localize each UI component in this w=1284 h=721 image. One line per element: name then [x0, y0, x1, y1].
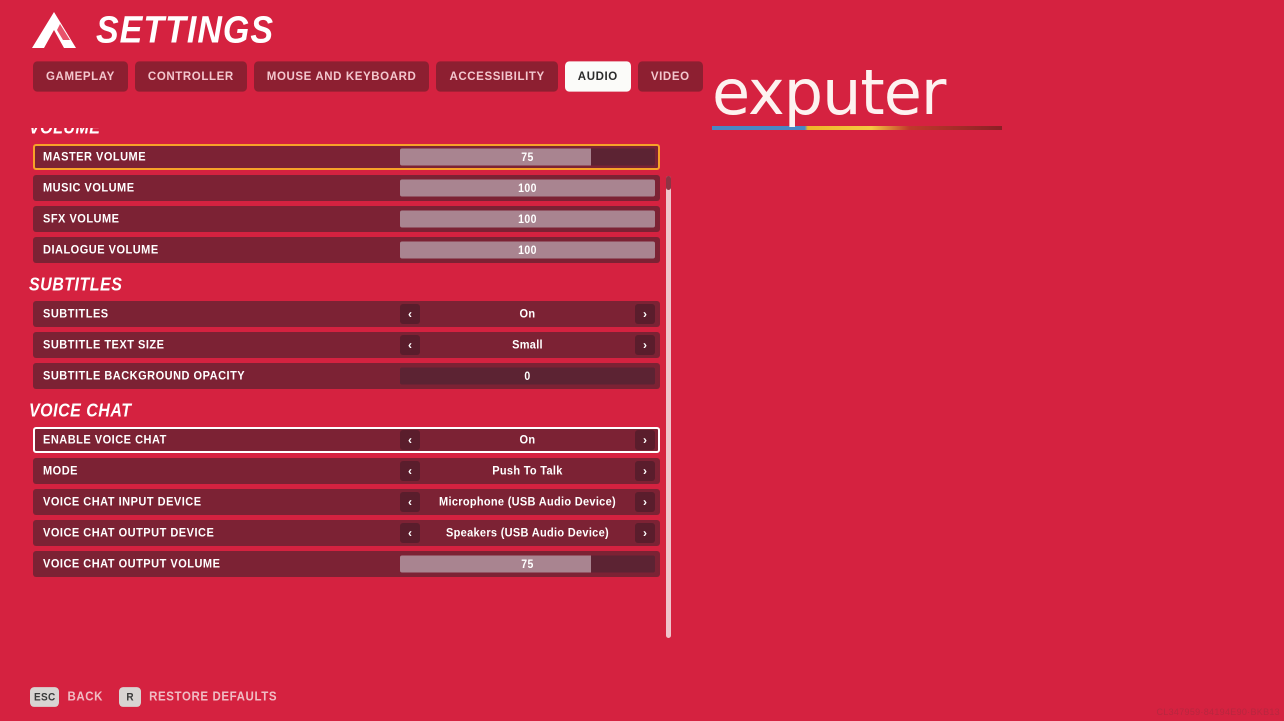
watermark-text: exputer: [712, 56, 946, 129]
setting-label: SUBTITLE TEXT SIZE: [43, 338, 165, 352]
option-stepper: ‹ Microphone (USB Audio Device) ›: [400, 492, 655, 512]
slider-value: 75: [521, 557, 534, 571]
tab-gameplay[interactable]: GAMEPLAY: [33, 61, 128, 92]
tab-label: GAMEPLAY: [46, 70, 115, 83]
chevron-left-icon[interactable]: ‹: [400, 430, 420, 450]
chevron-right-icon[interactable]: ›: [635, 523, 655, 543]
tab-label: CONTROLLER: [147, 70, 234, 83]
slider-value: 100: [518, 243, 537, 257]
stepper-value: Microphone (USB Audio Device): [439, 495, 616, 509]
setting-label: MUSIC VOLUME: [43, 181, 135, 195]
option-stepper: ‹ Push To Talk ›: [400, 461, 655, 481]
settings-row[interactable]: DIALOGUE VOLUME 100: [33, 237, 660, 263]
option-stepper: ‹ Small ›: [400, 335, 655, 355]
settings-row[interactable]: MODE ‹ Push To Talk ›: [33, 458, 660, 484]
chevron-right-icon[interactable]: ›: [635, 430, 655, 450]
tab-label: ACCESSIBILITY: [449, 70, 545, 83]
stepper-value: Push To Talk: [492, 464, 563, 478]
tab-audio[interactable]: AUDIO: [564, 61, 631, 92]
volume-slider[interactable]: 75: [400, 148, 655, 166]
settings-scrollbar[interactable]: [666, 176, 671, 638]
chevron-left-icon[interactable]: ‹: [400, 523, 420, 543]
volume-slider[interactable]: 100: [400, 179, 655, 197]
settings-row[interactable]: VOICE CHAT INPUT DEVICE ‹ Microphone (USB …: [33, 489, 660, 515]
settings-row[interactable]: SUBTITLE TEXT SIZE ‹ Small ›: [33, 332, 660, 358]
volume-slider[interactable]: 100: [400, 210, 655, 228]
tab-label: VIDEO: [650, 70, 690, 83]
slider-value: 100: [518, 212, 537, 226]
chevron-left-icon[interactable]: ‹: [400, 304, 420, 324]
chevron-left-icon[interactable]: ‹: [400, 335, 420, 355]
scrollbar-thumb[interactable]: [666, 176, 671, 190]
footer-hints: ESC BACK R RESTORE DEFAULTS: [30, 687, 278, 707]
settings-row[interactable]: SUBTITLES ‹ On ›: [33, 301, 660, 327]
settings-row[interactable]: ENABLE VOICE CHAT ‹ On ›: [33, 427, 660, 453]
setting-label: MODE: [43, 464, 78, 478]
slider-value: 75: [521, 150, 534, 164]
settings-row[interactable]: VOICE CHAT OUTPUT VOLUME 75: [33, 551, 660, 577]
stepper-value: On: [519, 307, 536, 321]
chevron-right-icon[interactable]: ›: [635, 335, 655, 355]
setting-label: ENABLE VOICE CHAT: [43, 433, 167, 447]
stepper-value: Small: [512, 338, 543, 352]
key-esc: ESC: [30, 687, 60, 707]
chevron-right-icon[interactable]: ›: [635, 461, 655, 481]
stepper-value: Speakers (USB Audio Device): [446, 526, 609, 540]
key-r: R: [119, 687, 142, 707]
settings-row[interactable]: VOICE CHAT OUTPUT DEVICE ‹ Speakers (USB A…: [33, 520, 660, 546]
settings-row[interactable]: MASTER VOLUME 75: [33, 144, 660, 170]
tab-controller[interactable]: CONTROLLER: [134, 61, 247, 92]
volume-slider[interactable]: 75: [400, 555, 655, 573]
option-stepper: ‹ Speakers (USB Audio Device) ›: [400, 523, 655, 543]
setting-label: SUBTITLES: [43, 307, 109, 321]
settings-group: SUBTITLES SUBTITLES ‹ On › SUBTITLE TEXT SIZE…: [0, 275, 690, 389]
setting-label: MASTER VOLUME: [43, 150, 147, 164]
volume-slider[interactable]: 100: [400, 241, 655, 259]
hint-label-restore-defaults: RESTORE DEFAULTS: [149, 690, 278, 704]
tab-label: AUDIO: [577, 70, 618, 83]
tab-video[interactable]: VIDEO: [637, 61, 703, 92]
settings-row[interactable]: MUSIC VOLUME 100: [33, 175, 660, 201]
setting-label: SUBTITLE BACKGROUND OPACITY: [43, 369, 246, 383]
setting-label: VOICE CHAT OUTPUT VOLUME: [43, 557, 221, 571]
stepper-value: On: [519, 433, 536, 447]
mountain-chevron-icon: [32, 12, 76, 48]
setting-label: VOICE CHAT OUTPUT DEVICE: [43, 526, 215, 540]
group-title: VOLUME: [29, 128, 101, 139]
settings-row[interactable]: SUBTITLE BACKGROUND OPACITY 0: [33, 363, 660, 389]
hint-restore-defaults[interactable]: R RESTORE DEFAULTS: [119, 687, 278, 707]
group-title: SUBTITLES: [29, 275, 123, 296]
setting-label: DIALOGUE VOLUME: [43, 243, 159, 257]
setting-label: SFX VOLUME: [43, 212, 120, 226]
group-title: VOICE CHAT: [29, 401, 132, 422]
chevron-left-icon[interactable]: ‹: [400, 492, 420, 512]
settings-group: VOICE CHAT ENABLE VOICE CHAT ‹ On › MODE ‹ Push…: [0, 401, 690, 577]
settings-row[interactable]: SFX VOLUME 100: [33, 206, 660, 232]
settings-scroll-area[interactable]: VOLUME MASTER VOLUME 75 MUSIC VOLUME 100 SFX …: [0, 128, 690, 638]
hint-label-back: BACK: [67, 690, 104, 704]
chevron-right-icon[interactable]: ›: [635, 304, 655, 324]
tab-label: MOUSE AND KEYBOARD: [266, 70, 417, 83]
settings-group: VOLUME MASTER VOLUME 75 MUSIC VOLUME 100 SFX …: [0, 128, 690, 263]
settings-tabbar: GAMEPLAY CONTROLLER MOUSE AND KEYBOARD A…: [33, 61, 703, 92]
chevron-left-icon[interactable]: ‹: [400, 461, 420, 481]
chevron-right-icon[interactable]: ›: [635, 492, 655, 512]
tab-mouse-and-keyboard[interactable]: MOUSE AND KEYBOARD: [253, 61, 430, 92]
volume-slider[interactable]: 0: [400, 367, 655, 385]
option-stepper: ‹ On ›: [400, 430, 655, 450]
page-title: SETTINGS: [96, 8, 275, 51]
tab-accessibility[interactable]: ACCESSIBILITY: [436, 61, 558, 92]
exputer-watermark: exputer: [712, 62, 1007, 130]
hint-back[interactable]: ESC BACK: [30, 687, 104, 707]
build-id: CL347959·84194E90·BKB13: [1156, 707, 1280, 717]
page-header: SETTINGS: [30, 8, 275, 51]
slider-value: 0: [524, 369, 531, 383]
slider-value: 100: [518, 181, 537, 195]
setting-label: VOICE CHAT INPUT DEVICE: [43, 495, 202, 509]
option-stepper: ‹ On ›: [400, 304, 655, 324]
